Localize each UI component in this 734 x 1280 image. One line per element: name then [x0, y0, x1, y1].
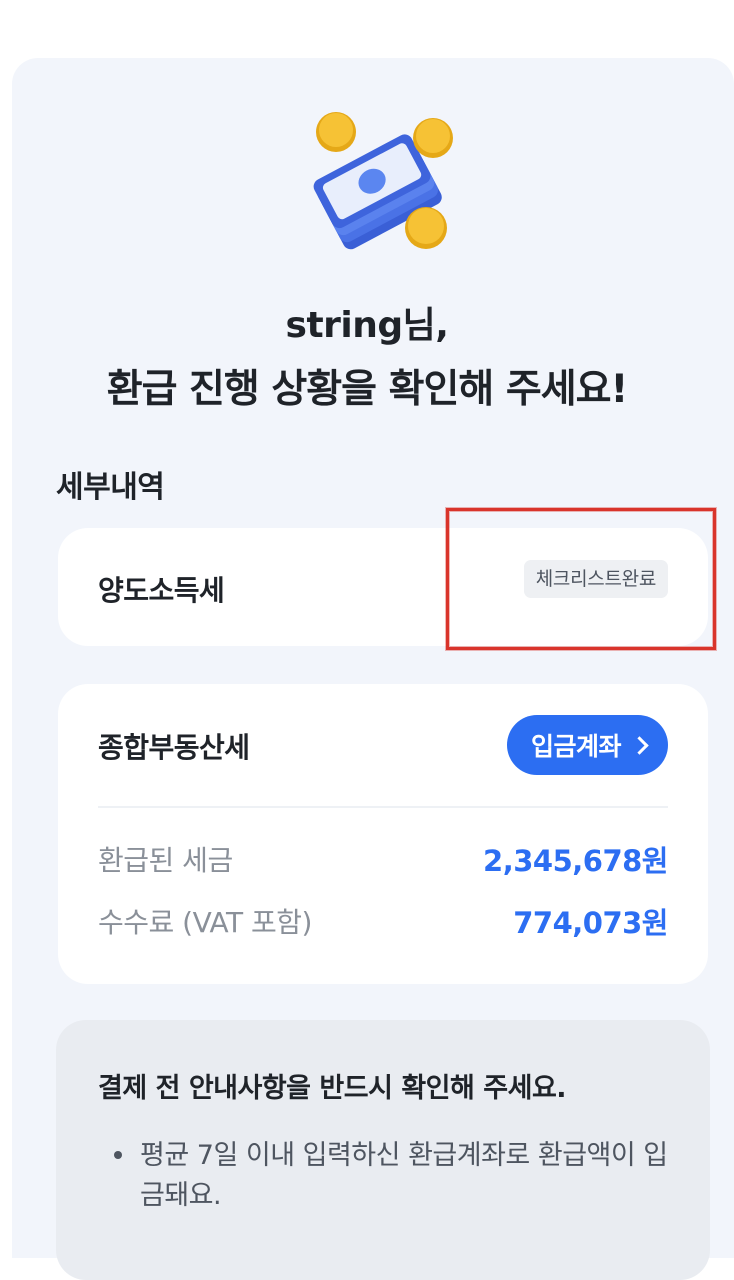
property-tax-title: 종합부동산세 — [98, 731, 250, 764]
notice-list-item: 평균 7일 이내 입력하신 환급계좌로 환급액이 입금돼요. — [114, 1136, 674, 1216]
fee-amount: 774,073원 — [513, 906, 668, 940]
divider — [98, 806, 668, 808]
transfer-tax-title: 양도소득세 — [98, 574, 225, 607]
refund-row: 환급된 세금 2,345,678원 — [98, 838, 668, 880]
deposit-account-label: 입금계좌 — [530, 732, 622, 761]
refund-amount: 2,345,678원 — [483, 844, 668, 878]
notice-item-text: 평균 7일 이내 입력하신 환급계좌로 환급액이 입금돼요. — [140, 1140, 668, 1211]
fee-label: 수수료 (VAT 포함) — [98, 906, 312, 939]
greeting-name: string님, — [285, 305, 449, 346]
deposit-account-button[interactable]: 입금계좌 — [506, 715, 668, 775]
notice-box: 결제 전 안내사항을 반드시 확인해 주세요. 평균 7일 이내 입력하신 환급… — [56, 1020, 710, 1280]
notice-title: 결제 전 안내사항을 반드시 확인해 주세요. — [98, 1073, 567, 1104]
bullet-icon — [114, 1151, 122, 1159]
fee-row: 수수료 (VAT 포함) 774,073원 — [98, 900, 668, 942]
highlight-annotation — [446, 508, 716, 650]
page-title: 환급 진행 상황을 확인해 주세요! — [106, 367, 629, 412]
section-title-details: 세부내역 — [56, 470, 165, 505]
chevron-right-icon — [630, 735, 649, 755]
property-tax-card: 종합부동산세 입금계좌 환급된 세금 2,345,678원 수수료 (VAT 포… — [58, 684, 708, 984]
refund-label: 환급된 세금 — [98, 844, 233, 877]
money-coins-icon — [313, 112, 453, 250]
